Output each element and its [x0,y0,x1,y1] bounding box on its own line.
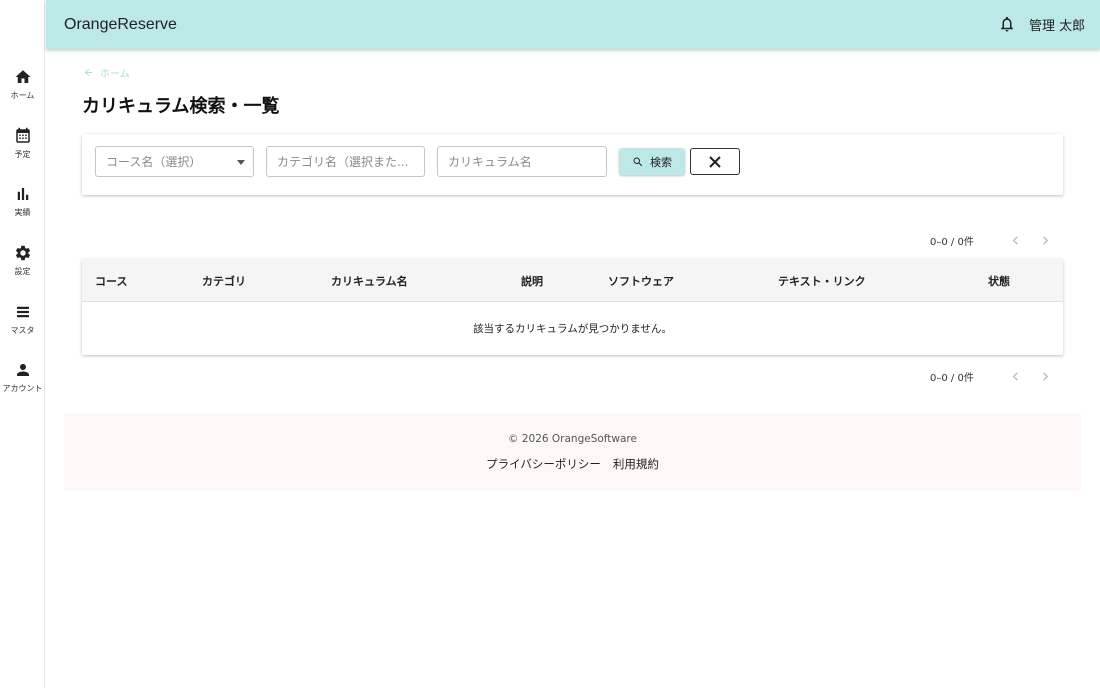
chevron-right-icon [1042,236,1048,245]
sidebar-item-label: アカウント [2,384,43,393]
user-name[interactable]: 管理 太郎 [1029,15,1085,34]
terms-link[interactable]: 利用規約 [613,456,659,472]
sidebar-item-label: ホーム [10,91,35,100]
search-button-label: 検索 [650,155,672,169]
app-bar: OrangeReserve 管理 太郎 [46,0,1100,49]
column-header-curriculum-name[interactable]: カリキュラム名 [331,273,408,289]
next-page-button[interactable] [1030,234,1060,248]
search-icon [633,157,643,166]
gear-icon [15,245,30,261]
caret-down-icon [237,160,245,165]
copyright: © 2026 OrangeSoftware [508,433,637,445]
sidebar: ホーム 予定 実績 設定 マスタ アカウント [0,0,45,688]
sidebar-item-schedule[interactable]: 予定 [0,121,45,171]
sidebar-item-account[interactable]: アカウント [0,355,45,405]
breadcrumb[interactable]: ホーム [83,65,130,80]
previous-page-button[interactable] [1000,234,1030,248]
pagination-range: 0–0 / 0件 [930,373,974,384]
privacy-policy-link[interactable]: プライバシーポリシー [486,456,601,472]
pagination-bottom: 0–0 / 0件 [930,369,1060,384]
search-button[interactable]: 検索 [619,148,685,175]
column-header-software[interactable]: ソフトウェア [608,273,674,289]
column-header-category[interactable]: カテゴリ [202,273,246,289]
chevron-left-icon [1012,236,1018,245]
sidebar-item-label: マスタ [10,326,35,335]
column-header-description[interactable]: 説明 [521,273,543,289]
page-title: カリキュラム検索・一覧 [82,96,280,117]
column-header-course[interactable]: コース [95,273,127,289]
sidebar-item-label: 予定 [14,150,31,159]
column-header-text-link[interactable]: テキスト・リンク [778,273,866,289]
curriculum-name-input[interactable] [448,154,606,169]
search-panel: コース名（選択） カテゴリ名（選択また... 検索 [82,134,1063,195]
empty-message: 該当するカリキュラムが見つかりません。 [473,323,672,335]
column-header-status[interactable]: 状態 [988,273,1010,289]
category-field[interactable]: カテゴリ名（選択また... [266,146,425,177]
sidebar-item-label: 実績 [14,208,31,217]
chevron-right-icon [1042,372,1048,381]
clear-button[interactable] [690,148,740,175]
footer: © 2026 OrangeSoftware プライバシーポリシー 利用規約 [64,413,1081,491]
calendar-icon [15,127,30,143]
bell-icon[interactable] [998,15,1016,33]
course-select-placeholder: コース名（選択） [106,155,202,169]
category-field-placeholder: カテゴリ名（選択また... [277,155,409,169]
list-icon [16,306,29,318]
previous-page-button[interactable] [1000,370,1030,384]
table-header: コース カテゴリ カリキュラム名 説明 ソフトウェア テキスト・リンク 状態 [82,259,1063,302]
chevron-left-icon [1012,372,1018,381]
app-title: OrangeReserve [64,15,177,33]
close-icon [709,155,721,168]
arrow-left-icon [84,68,93,77]
curriculum-name-field[interactable] [437,146,607,177]
sidebar-item-master[interactable]: マスタ [0,297,45,347]
pagination-range: 0–0 / 0件 [930,237,974,248]
home-icon [15,70,30,83]
next-page-button[interactable] [1030,370,1060,384]
sidebar-item-settings[interactable]: 設定 [0,238,45,288]
footer-links: プライバシーポリシー 利用規約 [64,456,1081,472]
course-select[interactable]: コース名（選択） [95,146,254,177]
bar-chart-icon [17,188,28,200]
curriculum-table: コース カテゴリ カリキュラム名 説明 ソフトウェア テキスト・リンク 状態 該… [82,259,1063,355]
person-icon [16,364,29,376]
pagination-top: 0–0 / 0件 [930,233,1060,248]
breadcrumb-home-link[interactable]: ホーム [100,65,130,80]
sidebar-item-label: 設定 [14,267,31,276]
sidebar-item-results[interactable]: 実績 [0,179,45,229]
sidebar-item-home[interactable]: ホーム [0,62,45,112]
